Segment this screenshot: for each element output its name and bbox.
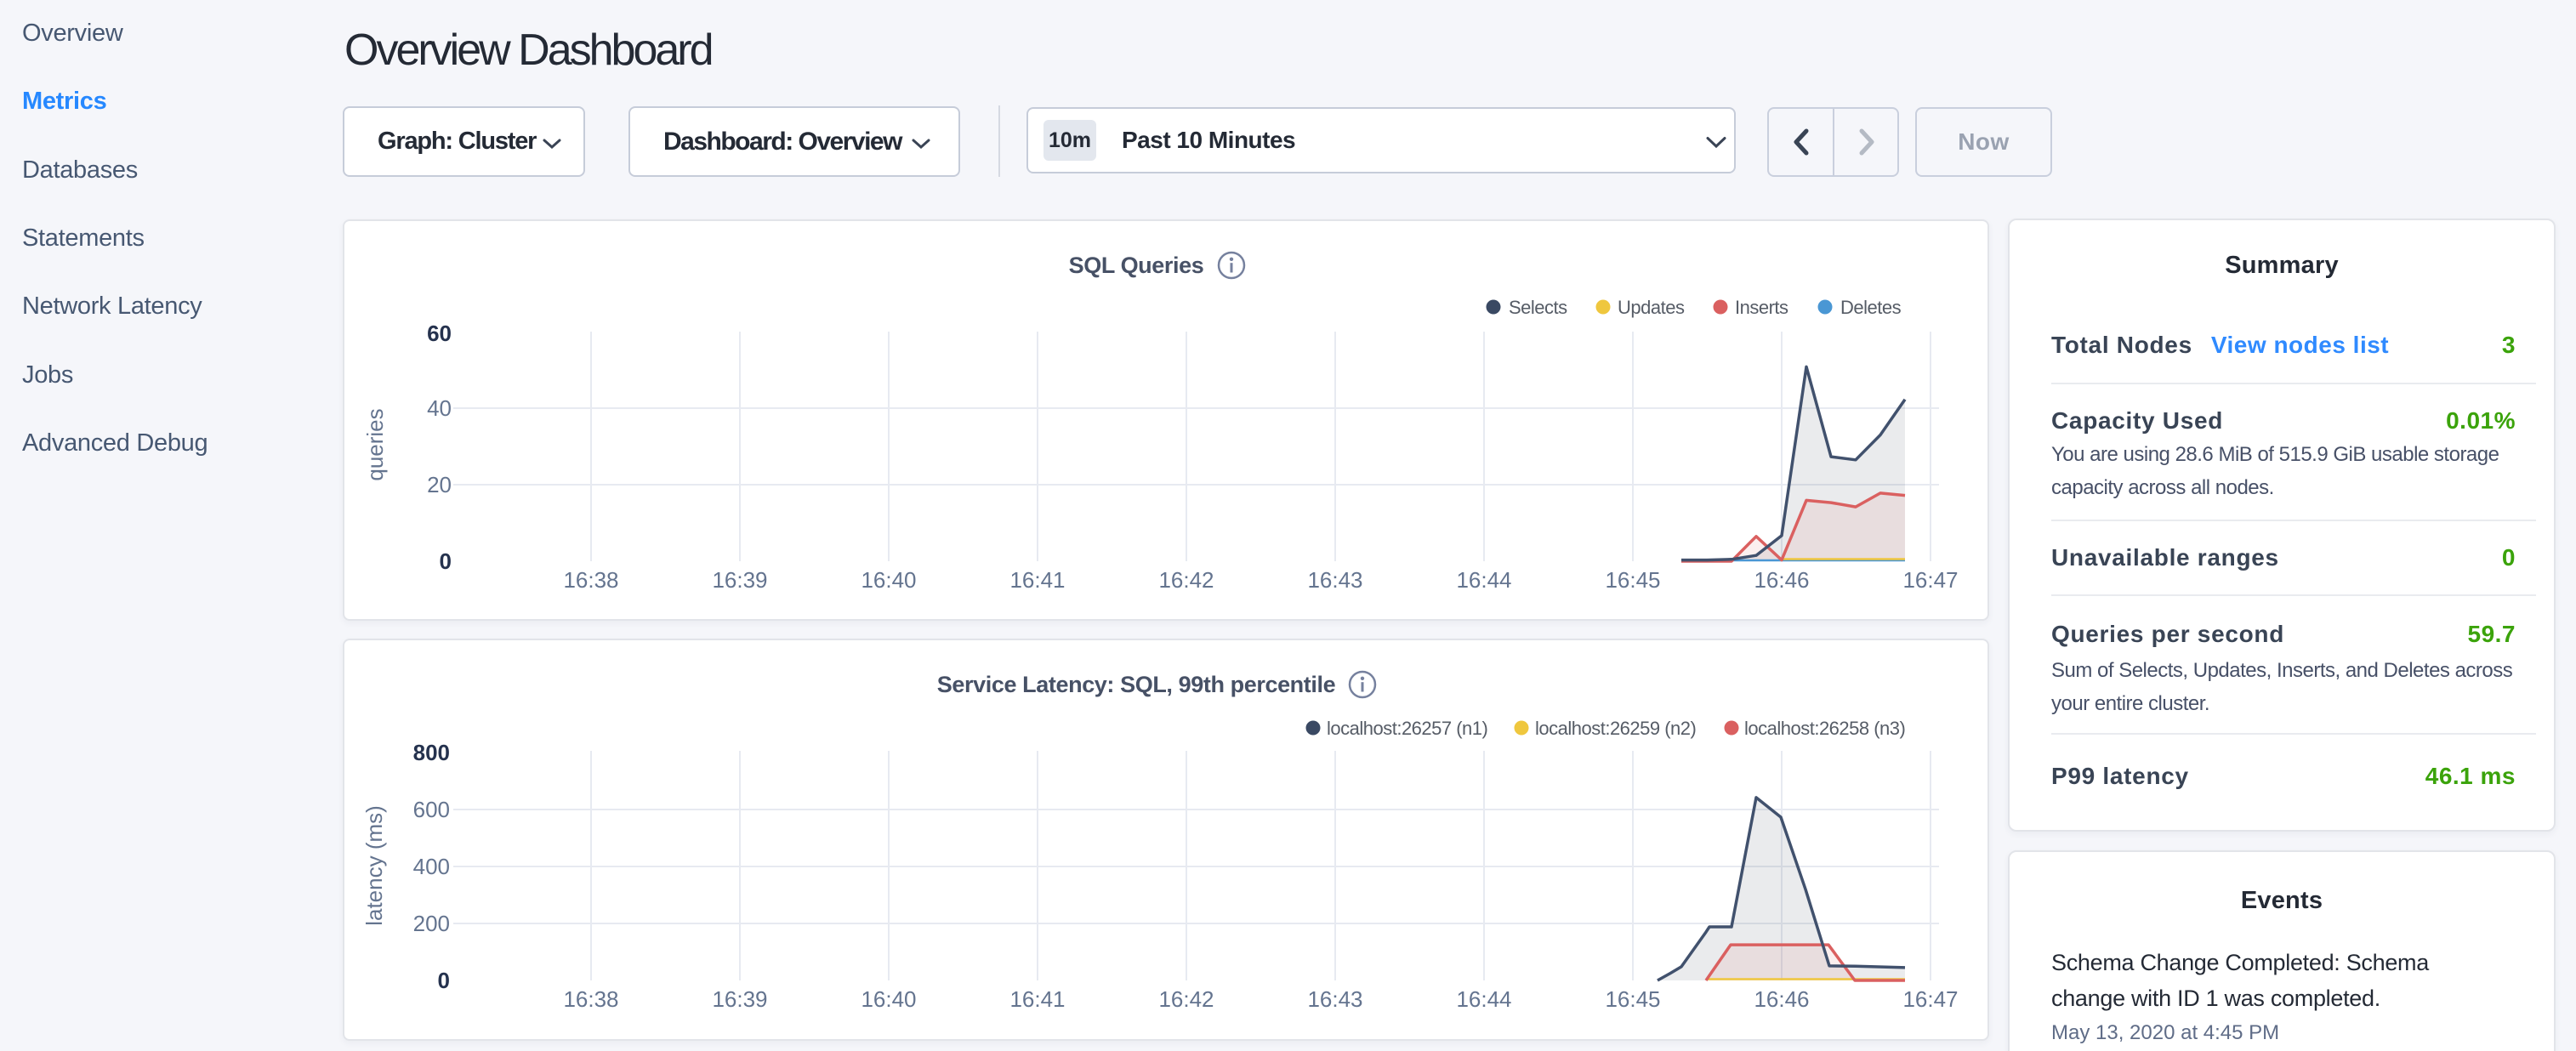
svg-text:20: 20: [427, 472, 452, 497]
svg-text:16:42: 16:42: [1158, 986, 1214, 1012]
svg-text:Service Latency: SQL, 99th per: Service Latency: SQL, 99th percentile: [937, 672, 1336, 697]
svg-text:16:46: 16:46: [1754, 567, 1809, 593]
svg-text:16:38: 16:38: [563, 567, 618, 593]
svg-text:16:39: 16:39: [712, 567, 767, 593]
svg-text:0: 0: [438, 968, 450, 993]
svg-text:16:45: 16:45: [1605, 567, 1660, 593]
svg-text:16:43: 16:43: [1307, 986, 1362, 1012]
svg-text:latency (ms): latency (ms): [361, 805, 387, 926]
svg-text:localhost:26257 (n1): localhost:26257 (n1): [1327, 718, 1487, 739]
svg-text:16:45: 16:45: [1605, 986, 1660, 1012]
svg-text:queries: queries: [362, 408, 388, 480]
svg-text:localhost:26258 (n3): localhost:26258 (n3): [1744, 718, 1905, 739]
svg-text:16:41: 16:41: [1009, 986, 1065, 1012]
svg-text:16:47: 16:47: [1902, 567, 1958, 593]
svg-text:16:47: 16:47: [1902, 986, 1958, 1012]
svg-text:Updates: Updates: [1618, 297, 1685, 318]
svg-text:16:42: 16:42: [1158, 567, 1214, 593]
svg-text:40: 40: [427, 395, 452, 421]
svg-text:0: 0: [440, 548, 452, 574]
svg-text:600: 600: [413, 797, 450, 822]
svg-text:16:39: 16:39: [712, 986, 767, 1012]
svg-text:localhost:26259 (n2): localhost:26259 (n2): [1535, 718, 1696, 739]
svg-text:60: 60: [427, 321, 452, 346]
svg-text:16:46: 16:46: [1754, 986, 1809, 1012]
svg-text:400: 400: [413, 854, 450, 879]
svg-text:16:40: 16:40: [861, 986, 916, 1012]
svg-text:16:43: 16:43: [1307, 567, 1362, 593]
svg-text:200: 200: [413, 911, 450, 936]
svg-text:800: 800: [413, 740, 450, 765]
svg-text:16:38: 16:38: [563, 986, 618, 1012]
svg-text:16:41: 16:41: [1009, 567, 1065, 593]
svg-text:16:44: 16:44: [1456, 986, 1511, 1012]
svg-text:Inserts: Inserts: [1735, 297, 1788, 318]
svg-text:16:40: 16:40: [861, 567, 916, 593]
svg-text:Selects: Selects: [1509, 297, 1567, 318]
svg-text:16:44: 16:44: [1456, 567, 1511, 593]
svg-text:SQL Queries: SQL Queries: [1069, 253, 1204, 278]
svg-text:Deletes: Deletes: [1840, 297, 1902, 318]
